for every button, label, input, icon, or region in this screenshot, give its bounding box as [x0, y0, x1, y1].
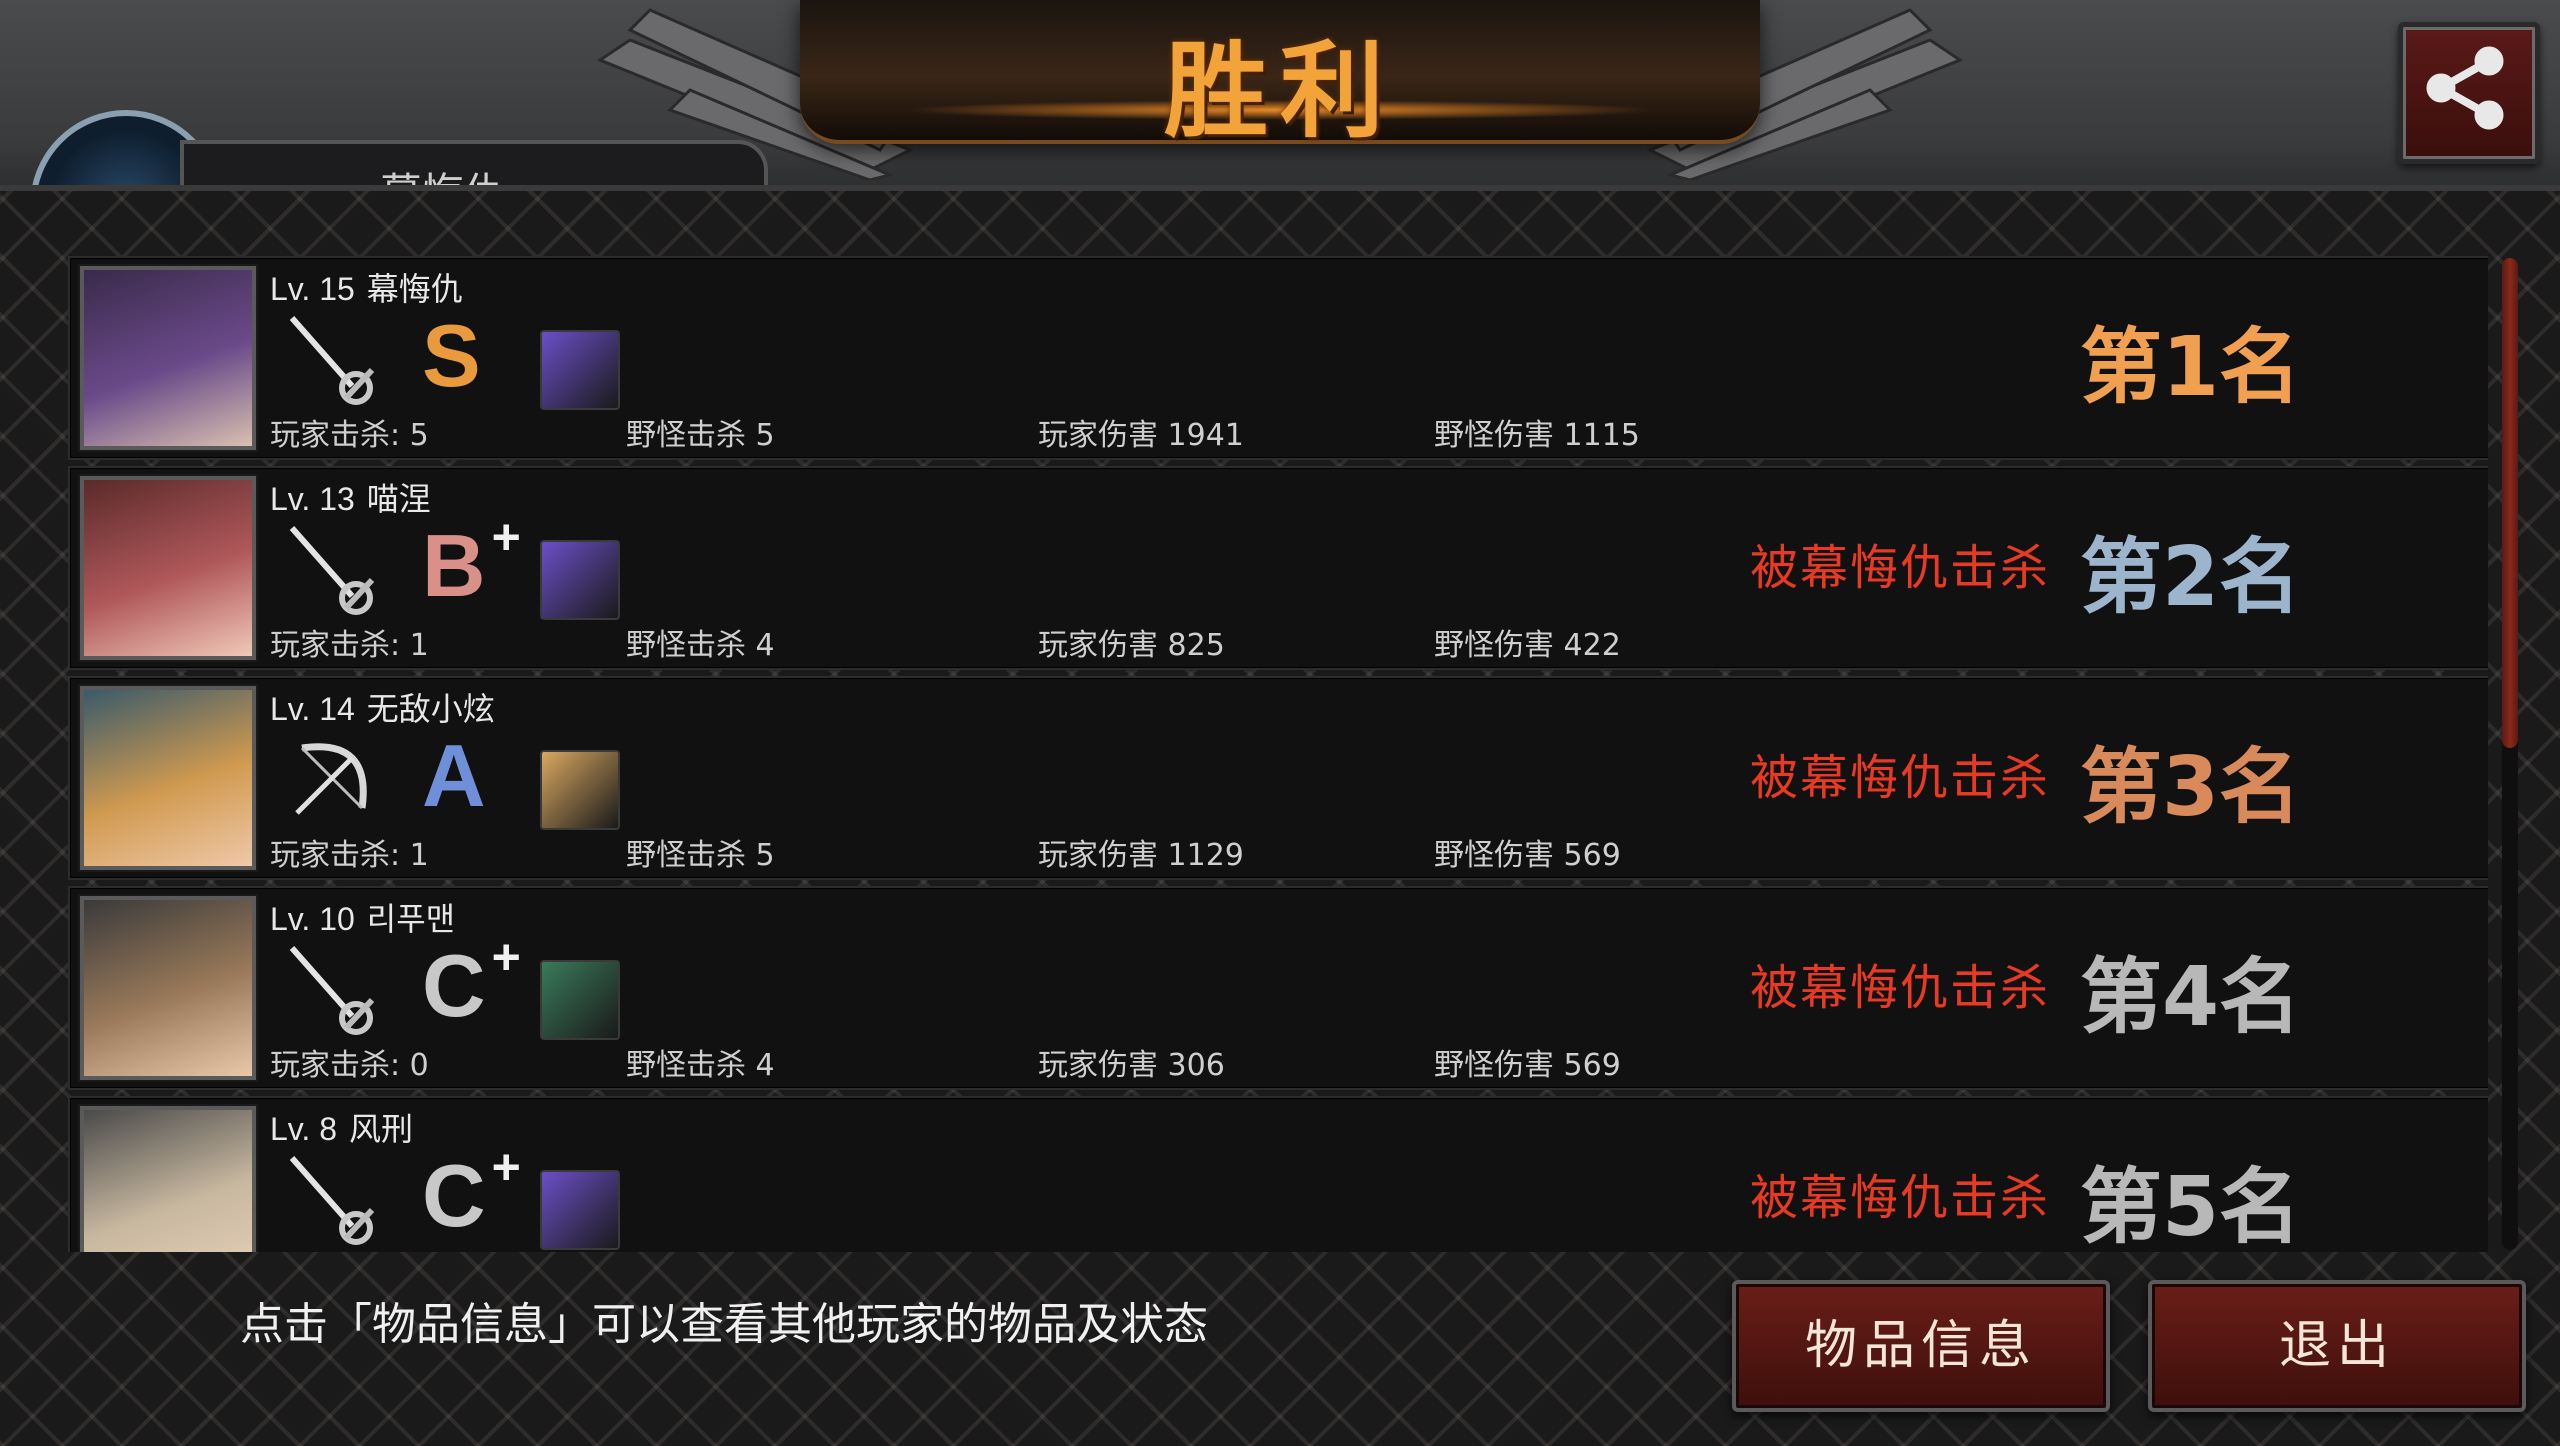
player-result-row[interactable]: Lv. 13 喵涅 B + 玩家击杀: 1 野怪击杀 4 玩家伤害 825 野怪伤害 422 被… — [68, 466, 2488, 670]
player-name: 리푸맨 — [366, 901, 456, 937]
killed-by-status: 被幕悔仇击杀 — [1750, 960, 2051, 1016]
equipped-item-icon[interactable] — [540, 750, 620, 830]
player-level-name: Lv. 10 리푸맨 — [270, 894, 455, 940]
grade-plus: + — [491, 509, 521, 565]
equipped-item-icon[interactable] — [540, 540, 620, 620]
item-info-button[interactable]: 物品信息 — [1732, 1280, 2110, 1412]
monster-damage-stat: 野怪伤害 422 — [1434, 628, 1621, 663]
player-damage-stat: 玩家伤害 1941 — [1038, 418, 1244, 453]
monster-damage-stat: 野怪伤害 569 — [1434, 1048, 1621, 1083]
hint-text: 点击「物品信息」可以查看其他玩家的物品及状态 — [240, 1299, 1208, 1350]
monster-damage-stat: 野怪伤害 1115 — [1434, 418, 1640, 453]
player-results-list[interactable]: Lv. 15 幕悔仇 S 玩家击杀: 5 野怪击杀 5 玩家伤害 1941 野怪伤害 111… — [68, 256, 2488, 1252]
grade-badge: B + — [422, 512, 521, 610]
grade-badge: C + — [422, 932, 521, 1030]
grade-letter: S — [422, 306, 481, 405]
scroll-thumb[interactable] — [2502, 258, 2518, 748]
monster-kills-stat: 野怪击杀 5 — [626, 418, 775, 453]
player-name: 喵涅 — [366, 481, 431, 517]
grade-badge: A — [422, 732, 492, 820]
player-result-row[interactable]: Lv. 10 리푸맨 C + 玩家击杀: 0 野怪击杀 4 玩家伤害 306 野怪伤害 569… — [68, 886, 2488, 1090]
player-level-name: Lv. 15 幕悔仇 — [270, 264, 463, 310]
rank-label: 第1名 — [2080, 320, 2302, 415]
player-kills-stat: 玩家击杀: 5 — [270, 418, 429, 453]
player-level: Lv. 13 — [270, 481, 355, 517]
player-portrait[interactable] — [80, 686, 256, 870]
player-level-name: Lv. 14 无敌小炫 — [270, 684, 495, 730]
player-damage-stat: 玩家伤害 825 — [1038, 628, 1225, 663]
player-level: Lv. 8 — [270, 1111, 337, 1147]
rapier-icon — [282, 518, 382, 618]
player-name: 风刑 — [349, 1111, 414, 1147]
grade-letter: A — [422, 726, 486, 825]
player-level-name: Lv. 8 风刑 — [270, 1104, 413, 1150]
player-level: Lv. 10 — [270, 901, 355, 937]
exit-button[interactable]: 退出 — [2148, 1280, 2526, 1412]
bow-icon — [282, 728, 382, 828]
monster-kills-stat: 野怪击杀 5 — [626, 838, 775, 873]
grade-badge: S — [422, 312, 487, 400]
monster-kills-stat: 野怪击杀 4 — [626, 1048, 775, 1083]
grade-plus: + — [491, 1139, 521, 1195]
rapier-icon — [282, 1148, 382, 1248]
player-result-row[interactable]: Lv. 14 无敌小炫 A 玩家击杀: 1 野怪击杀 5 玩家伤害 1129 野怪伤害 56… — [68, 676, 2488, 880]
rank-label: 第3名 — [2080, 740, 2302, 835]
equipped-item-icon[interactable] — [540, 960, 620, 1040]
grade-letter: C — [422, 936, 486, 1035]
rank-label: 第4名 — [2080, 950, 2302, 1045]
player-portrait[interactable] — [80, 476, 256, 660]
player-portrait[interactable] — [80, 896, 256, 1080]
killed-by-status: 被幕悔仇击杀 — [1750, 750, 2051, 806]
monster-damage-stat: 野怪伤害 569 — [1434, 838, 1621, 873]
grade-letter: B — [422, 516, 486, 615]
monster-kills-stat: 野怪击杀 4 — [626, 628, 775, 663]
rank-label: 第5名 — [2080, 1160, 2302, 1252]
killed-by-status: 被幕悔仇击杀 — [1750, 540, 2051, 596]
player-level: Lv. 14 — [270, 691, 355, 727]
player-kills-stat: 玩家击杀: 0 — [270, 1048, 429, 1083]
grade-badge: C + — [422, 1142, 521, 1240]
rapier-icon — [282, 308, 382, 408]
player-level: Lv. 15 — [270, 271, 355, 307]
grade-plus: + — [491, 929, 521, 985]
rank-label: 第2名 — [2080, 530, 2302, 625]
player-level-name: Lv. 13 喵涅 — [270, 474, 431, 520]
grade-letter: C — [422, 1146, 486, 1245]
player-name: 幕悔仇 — [366, 271, 463, 307]
player-kills-stat: 玩家击杀: 1 — [270, 838, 429, 873]
player-damage-stat: 玩家伤害 306 — [1038, 1048, 1225, 1083]
player-damage-stat: 玩家伤害 1129 — [1038, 838, 1244, 873]
player-portrait[interactable] — [80, 266, 256, 450]
share-button[interactable] — [2398, 22, 2540, 164]
player-kills-stat: 玩家击杀: 1 — [270, 628, 429, 663]
equipped-item-icon[interactable] — [540, 1170, 620, 1250]
equipped-item-icon[interactable] — [540, 330, 620, 410]
share-icon — [2426, 46, 2504, 130]
rapier-icon — [282, 938, 382, 1038]
player-portrait[interactable] — [80, 1106, 256, 1252]
player-result-row[interactable]: Lv. 8 风刑 C + 被幕悔仇击杀 第5名 — [68, 1096, 2488, 1252]
player-name: 无敌小炫 — [366, 691, 495, 727]
killed-by-status: 被幕悔仇击杀 — [1750, 1170, 2051, 1226]
player-result-row[interactable]: Lv. 15 幕悔仇 S 玩家击杀: 5 野怪击杀 5 玩家伤害 1941 野怪伤害 111… — [68, 256, 2488, 460]
results-scrollbar[interactable] — [2502, 258, 2518, 1250]
